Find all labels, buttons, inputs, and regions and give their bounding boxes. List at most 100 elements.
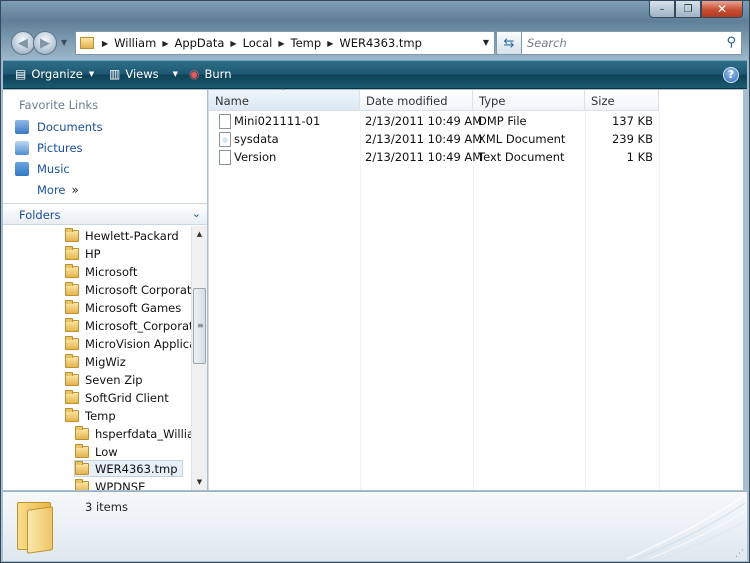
tree-node[interactable]: hsperfdata_William (75, 425, 191, 442)
tree-node-label: Low (95, 444, 118, 459)
tree-node-label: Microsoft Games (85, 300, 182, 315)
favorite-link-pictures[interactable]: Pictures (15, 141, 83, 155)
file-date: 2/13/2011 10:49 AM (365, 150, 483, 164)
favorite-link-label: Documents (37, 120, 103, 134)
tree-node[interactable]: SoftGrid Client (65, 389, 169, 406)
folder-tree: Hewlett-Packard HP Microsoft Microsoft C… (3, 226, 191, 490)
tree-node[interactable]: Seven Zip (65, 371, 143, 388)
chevron-down-icon[interactable]: ⌄ (192, 207, 201, 220)
views-label: Views (125, 67, 159, 81)
caption-buttons: – ❐ ✕ (649, 1, 743, 18)
column-header-label: Date modified (366, 94, 448, 108)
file-row[interactable]: Version 2/13/2011 10:49 AM Text Document… (209, 148, 659, 166)
folder-icon (65, 335, 79, 350)
help-button[interactable]: ? (723, 67, 739, 83)
refresh-button[interactable]: ⇆ (496, 31, 522, 55)
tree-node-selected[interactable]: WER4363.tmp (74, 460, 183, 477)
favorite-link-music[interactable]: Music (15, 162, 70, 176)
tree-node[interactable]: Temp (65, 407, 116, 424)
file-row[interactable]: Mini021111-01 2/13/2011 10:49 AM DMP Fil… (209, 112, 659, 130)
breadcrumb-wer4363[interactable]: WER4363.tmp (337, 36, 424, 50)
minimize-button[interactable]: – (649, 1, 675, 18)
file-name: Version (234, 150, 277, 164)
folder-icon (75, 443, 89, 458)
tree-node-label: Temp (85, 408, 116, 423)
pictures-icon (15, 141, 29, 155)
tree-node[interactable]: Microsoft_Corporation (65, 317, 191, 334)
search-input[interactable]: Search ⚲ (521, 31, 742, 55)
tree-node[interactable]: MigWiz (65, 353, 126, 370)
views-icon: ▥ (109, 67, 121, 81)
blank-icon (15, 183, 29, 197)
close-button[interactable]: ✕ (701, 1, 743, 18)
file-size: 239 KB (611, 132, 653, 146)
column-header-name[interactable]: ˄ Name (209, 88, 360, 111)
forward-arrow-icon: ▶ (40, 35, 50, 51)
folder-icon (75, 478, 89, 490)
column-divider (585, 111, 586, 490)
views-button[interactable]: ▥ Views ▼ (109, 67, 178, 81)
breadcrumb-temp[interactable]: Temp (289, 36, 324, 50)
column-header-label: Name (215, 94, 249, 108)
search-icon[interactable]: ⚲ (726, 35, 736, 50)
file-date: 2/13/2011 10:49 AM (365, 114, 483, 128)
file-row[interactable]: sysdata 2/13/2011 10:49 AM XML Document … (209, 130, 659, 148)
folder-icon (75, 460, 89, 475)
column-divider (360, 111, 361, 490)
breadcrumb-local[interactable]: Local (241, 36, 275, 50)
folder-icon (75, 425, 89, 440)
address-dropdown-icon[interactable]: ▼ (483, 38, 489, 47)
organize-button[interactable]: ▤ Organize ▼ (15, 67, 94, 81)
breadcrumb-william[interactable]: William (112, 36, 158, 50)
folder-icon (80, 37, 94, 49)
folders-header[interactable]: Folders ⌄ (3, 203, 207, 225)
favorite-link-documents[interactable]: Documents (15, 120, 103, 134)
explorer-window: – ❐ ✕ ◀ ▶ ▼ ▶ William ▶ AppData ▶ Local … (0, 0, 750, 563)
folder-tree-scrollbar[interactable]: ▲ ≡ ▼ (191, 226, 207, 490)
column-divider (473, 111, 474, 490)
tree-node[interactable]: Microsoft Corporation (65, 281, 191, 298)
scrollbar-thumb[interactable]: ≡ (193, 288, 206, 364)
xml-document-icon (219, 132, 231, 147)
column-header-size[interactable]: Size (585, 90, 659, 111)
tree-node[interactable]: HP (65, 245, 101, 262)
maximize-button[interactable]: ❐ (675, 1, 701, 18)
burn-button[interactable]: ◉ Burn (189, 67, 231, 81)
tree-node[interactable]: MicroVision Applications (65, 335, 191, 352)
column-header-type[interactable]: Type (473, 90, 585, 111)
chevron-right-icon[interactable]: ▶ (274, 39, 288, 48)
tree-node[interactable]: Microsoft Games (65, 299, 181, 316)
forward-button[interactable]: ▶ (33, 31, 57, 55)
grip-icon: ≡ (197, 321, 204, 330)
folder-icon (65, 371, 79, 386)
tree-node-label: HP (85, 246, 101, 261)
folder-icon (65, 389, 79, 404)
column-header-label: Size (591, 94, 615, 108)
back-arrow-icon: ◀ (18, 35, 28, 51)
file-name: sysdata (234, 132, 279, 146)
organize-label: Organize (31, 67, 83, 81)
tree-node[interactable]: Microsoft (65, 263, 137, 280)
chevron-right-icon[interactable]: ▶ (226, 39, 240, 48)
recent-pages-dropdown[interactable]: ▼ (61, 38, 67, 47)
chevron-right-icon[interactable]: ▶ (323, 39, 337, 48)
column-divider (659, 111, 660, 490)
tree-node[interactable]: Hewlett-Packard (65, 227, 179, 244)
favorite-links-heading: Favorite Links (19, 98, 99, 112)
favorite-link-label: Music (37, 162, 70, 176)
tree-node[interactable]: WPDNSE (75, 478, 145, 490)
back-button[interactable]: ◀ (11, 31, 35, 55)
resize-grip-icon[interactable]: ⋰ (735, 549, 744, 559)
favorite-link-more[interactable]: More » (15, 183, 79, 197)
chevron-right-icon[interactable]: ▶ (98, 39, 112, 48)
address-bar[interactable]: ▶ William ▶ AppData ▶ Local ▶ Temp ▶ WER… (75, 31, 495, 55)
tree-node[interactable]: Low (75, 443, 118, 460)
file-size: 137 KB (611, 114, 653, 128)
scroll-up-icon[interactable]: ▲ (192, 226, 207, 242)
column-header-date-modified[interactable]: Date modified (360, 90, 473, 111)
breadcrumb-appdata[interactable]: AppData (172, 36, 226, 50)
scroll-down-icon[interactable]: ▼ (192, 474, 207, 490)
chevron-right-icon[interactable]: ▶ (158, 39, 172, 48)
folder-icon (65, 281, 79, 296)
dropdown-arrow-icon: ▼ (172, 70, 179, 78)
